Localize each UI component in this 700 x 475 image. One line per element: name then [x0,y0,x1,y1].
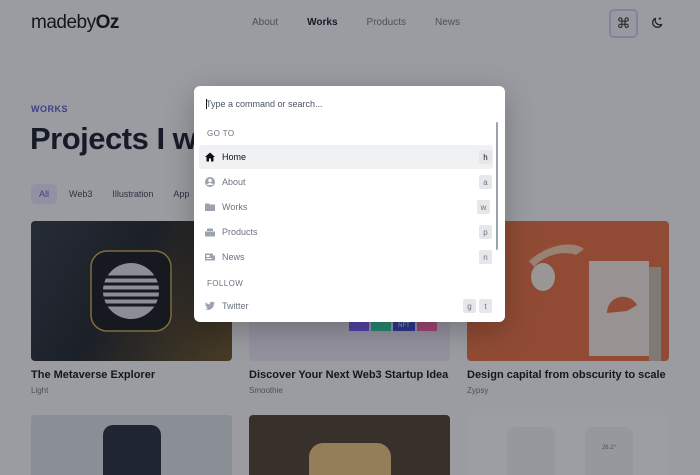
command-item-about[interactable]: About a [199,170,493,194]
command-item-products[interactable]: Products p [199,220,493,244]
command-palette: GO TO Home h About a Works w Products p [194,86,505,322]
shortcut-key: n [479,250,492,264]
command-item-label: Products [222,227,258,237]
palette-scrollbar[interactable] [496,122,498,250]
shortcut-key: w [477,200,490,214]
twitter-icon [203,299,217,313]
group-label-follow: FOLLOW [207,279,244,288]
command-item-twitter[interactable]: Twitter g t [199,294,493,318]
command-item-label: About [222,177,246,187]
user-circle-icon [203,175,217,189]
newspaper-icon [203,250,217,264]
command-item-label: Twitter [222,301,249,311]
shortcut-key: a [479,175,492,189]
command-item-news[interactable]: News n [199,245,493,269]
command-item-label: Works [222,202,248,212]
command-item-label: Home [222,152,247,162]
folder-icon [203,200,217,214]
shortcut-key: h [479,150,492,164]
command-item-home[interactable]: Home h [199,145,493,169]
shortcut-key: g [463,299,476,313]
group-label-goto: GO TO [207,129,235,138]
home-icon [203,150,217,164]
command-item-label: News [222,252,245,262]
box-icon [203,225,217,239]
command-search-input[interactable] [194,86,505,122]
shortcut-key: t [479,299,492,313]
shortcut-key: p [479,225,492,239]
command-item-works[interactable]: Works w [199,195,493,219]
text-cursor [206,99,207,109]
